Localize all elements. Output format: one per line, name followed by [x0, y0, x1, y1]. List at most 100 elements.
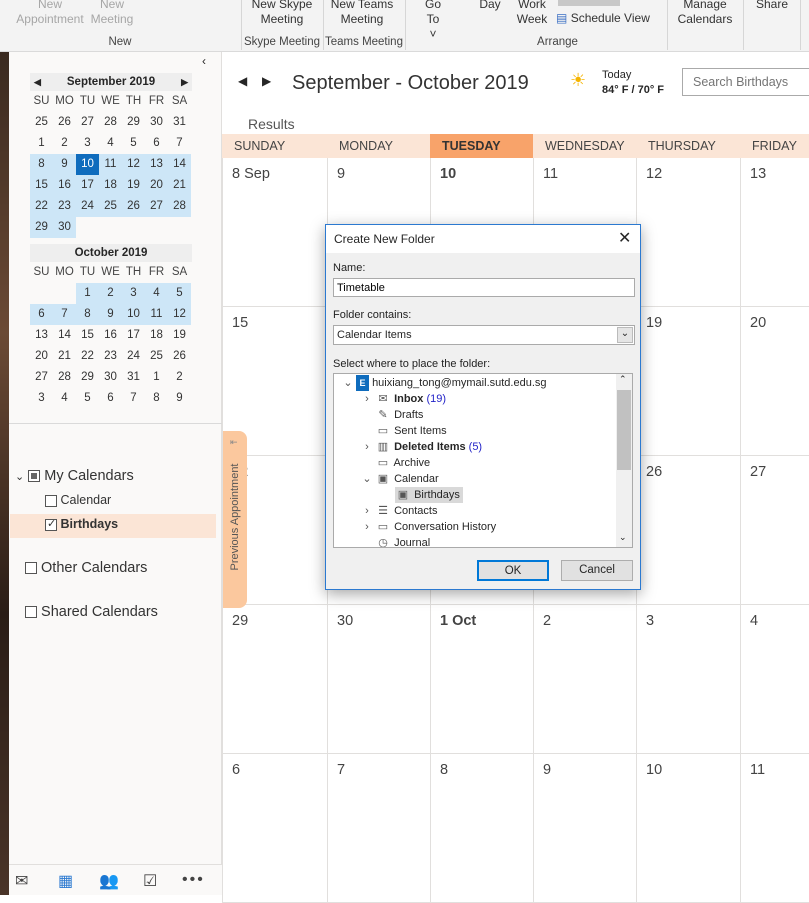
more-icon[interactable]: •••: [182, 871, 205, 889]
my-calendars-group[interactable]: ⌄ My Calendars: [15, 468, 134, 484]
ok-button[interactable]: OK: [477, 560, 549, 581]
tree-birthdays-selected[interactable]: ▣ Birthdays: [395, 487, 463, 503]
other-calendars-group[interactable]: Other Calendars: [25, 560, 147, 576]
go-to-button[interactable]: Go To ˅: [415, 0, 451, 42]
tree-deleted[interactable]: › ▥ Deleted Items (5): [359, 439, 482, 455]
mini-cal-day[interactable]: 11: [145, 304, 168, 325]
mini-cal-day[interactable]: 26: [168, 346, 191, 367]
tree-conversation-history[interactable]: › ▭ Conversation History: [359, 519, 496, 535]
mini-cal-day[interactable]: 29: [30, 217, 53, 238]
tree-contacts[interactable]: › ☰ Contacts: [359, 503, 437, 519]
chevron-down-icon[interactable]: ⌄: [617, 327, 633, 343]
checkbox[interactable]: [45, 494, 57, 507]
day-cell[interactable]: 8 Sep: [222, 158, 327, 307]
day-cell[interactable]: 20: [740, 307, 809, 456]
mini-cal-day[interactable]: 26: [122, 196, 145, 217]
tree-scrollbar[interactable]: ⌃ ⌄: [616, 374, 632, 547]
tree-account[interactable]: ⌄ E huixiang_tong@mymail.sutd.edu.sg: [340, 375, 547, 391]
mini-cal-day[interactable]: 6: [99, 388, 122, 409]
new-meeting-button[interactable]: New Meeting: [88, 0, 136, 27]
mini-cal-day[interactable]: 14: [168, 154, 191, 175]
mini-cal-day[interactable]: 6: [145, 133, 168, 154]
mini-cal-day[interactable]: 6: [30, 304, 53, 325]
mini-cal-day[interactable]: 9: [99, 304, 122, 325]
day-cell[interactable]: 26: [636, 456, 740, 605]
day-cell[interactable]: 30: [327, 605, 430, 754]
new-teams-meeting-button[interactable]: New Teams Meeting: [328, 0, 396, 27]
mini-cal-day[interactable]: 14: [53, 325, 76, 346]
calendar-item[interactable]: Calendar: [45, 493, 111, 507]
folder-contains-select[interactable]: Calendar Items ⌄: [333, 325, 635, 345]
mini-cal-day[interactable]: 4: [145, 283, 168, 304]
mini-cal-day[interactable]: 25: [145, 346, 168, 367]
checkbox[interactable]: [25, 606, 37, 619]
mini-cal-day[interactable]: 30: [99, 367, 122, 388]
mini-cal-day[interactable]: 23: [53, 196, 76, 217]
mini-cal-day[interactable]: 8: [145, 388, 168, 409]
mini-cal-day[interactable]: 28: [168, 196, 191, 217]
people-icon[interactable]: 👥: [99, 871, 119, 891]
cancel-button[interactable]: Cancel: [561, 560, 633, 581]
manage-calendars-button[interactable]: Manage Calendars: [670, 0, 740, 27]
mini-cal-day[interactable]: 5: [76, 388, 99, 409]
mini-cal-day[interactable]: 3: [30, 388, 53, 409]
mini-cal-day[interactable]: 7: [122, 388, 145, 409]
mini-cal-day[interactable]: 27: [30, 367, 53, 388]
tree-inbox[interactable]: › ✉ Inbox (19): [359, 391, 446, 407]
day-cell[interactable]: 8: [430, 754, 533, 903]
mini-cal-day[interactable]: 18: [145, 325, 168, 346]
day-cell[interactable]: 11: [740, 754, 809, 903]
day-cell[interactable]: 29: [222, 605, 327, 754]
folder-name-input[interactable]: [333, 278, 635, 297]
mini-cal-day[interactable]: 20: [30, 346, 53, 367]
day-cell[interactable]: 10: [636, 754, 740, 903]
search-input[interactable]: [682, 68, 809, 96]
mini-cal-day[interactable]: 12: [122, 154, 145, 175]
mini-cal-day[interactable]: 28: [53, 367, 76, 388]
day-cell[interactable]: 12: [636, 158, 740, 307]
day-view-button[interactable]: Day: [475, 0, 505, 12]
birthdays-item[interactable]: ✓ Birthdays: [45, 517, 118, 531]
mini-cal-day[interactable]: 13: [30, 325, 53, 346]
collapse-pane-icon[interactable]: ‹: [202, 54, 206, 68]
day-cell[interactable]: 27: [740, 456, 809, 605]
mini-cal-day[interactable]: 26: [53, 112, 76, 133]
day-cell[interactable]: 7: [327, 754, 430, 903]
mini-cal-day[interactable]: 5: [122, 133, 145, 154]
mini-cal-day[interactable]: 16: [53, 175, 76, 196]
mini-cal-day[interactable]: 22: [76, 346, 99, 367]
mini-cal-day[interactable]: 12: [168, 304, 191, 325]
mini-cal-day[interactable]: 23: [99, 346, 122, 367]
day-cell[interactable]: 1 Oct: [430, 605, 533, 754]
mini-cal-day[interactable]: 4: [53, 388, 76, 409]
mini-cal-day[interactable]: 27: [145, 196, 168, 217]
mini-cal-day[interactable]: 13: [145, 154, 168, 175]
mini-cal-day[interactable]: 3: [122, 283, 145, 304]
previous-range-icon[interactable]: ◀: [238, 74, 247, 88]
previous-appointment-button[interactable]: ⇤ Previous Appointment: [223, 431, 247, 608]
mini-cal-day[interactable]: 17: [122, 325, 145, 346]
new-appointment-button[interactable]: New Appointment: [8, 0, 92, 27]
mini-cal-day[interactable]: 8: [30, 154, 53, 175]
scroll-up-icon[interactable]: ⌃: [619, 374, 627, 385]
mini-cal-day[interactable]: 30: [53, 217, 76, 238]
mini-cal-day[interactable]: 18: [99, 175, 122, 196]
day-cell[interactable]: 2: [533, 605, 636, 754]
mini-cal-day[interactable]: 15: [30, 175, 53, 196]
day-cell[interactable]: 6: [222, 754, 327, 903]
calendar-icon[interactable]: ▦: [58, 871, 73, 891]
mini-cal-day[interactable]: 22: [30, 196, 53, 217]
prev-month-icon[interactable]: ◀: [34, 73, 41, 91]
shared-calendars-group[interactable]: Shared Calendars: [25, 604, 158, 620]
scrollbar-thumb[interactable]: [617, 390, 631, 470]
mini-cal-day[interactable]: 30: [145, 112, 168, 133]
mini-cal-day[interactable]: 9: [168, 388, 191, 409]
day-cell[interactable]: 3: [636, 605, 740, 754]
mini-cal-day[interactable]: 19: [122, 175, 145, 196]
mini-cal-day[interactable]: 21: [168, 175, 191, 196]
next-month-icon[interactable]: ▶: [181, 73, 188, 91]
day-cell[interactable]: 9: [533, 754, 636, 903]
mini-cal-day[interactable]: 2: [99, 283, 122, 304]
work-week-button[interactable]: Work Week: [512, 0, 552, 27]
tree-calendar[interactable]: ⌄ ▣ Calendar: [359, 471, 438, 487]
